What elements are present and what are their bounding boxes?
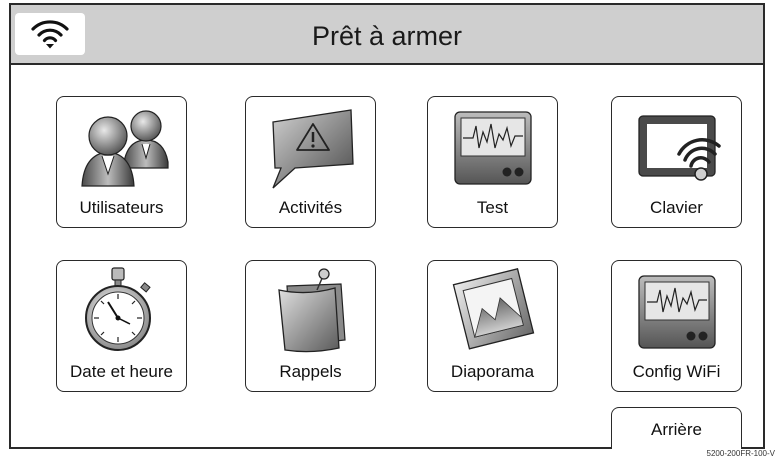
- figure-id: 5200-200FR-100-V: [706, 449, 775, 458]
- photo-icon: [452, 268, 534, 350]
- keypad-wifi-icon: [637, 115, 721, 181]
- tile-label: Clavier: [650, 198, 703, 217]
- wifi-status-button[interactable]: [15, 13, 85, 55]
- tile-label: Diaporama: [450, 362, 535, 381]
- stopwatch-icon: [84, 267, 151, 351]
- tile-utilisateurs[interactable]: Utilisateurs: [56, 96, 187, 228]
- wifi-icon: [31, 20, 69, 49]
- tile-clavier[interactable]: Clavier: [611, 96, 742, 228]
- tile-config-wifi[interactable]: Config WiFi: [611, 260, 742, 392]
- tile-label: Rappels: [279, 362, 342, 381]
- tile-label: Test: [476, 198, 509, 217]
- users-icon: [80, 110, 169, 187]
- test-monitor-icon: [453, 111, 532, 185]
- tile-label: Utilisateurs: [79, 198, 164, 217]
- warning-bubble-icon: [271, 109, 354, 189]
- back-button[interactable]: Arrière: [611, 407, 742, 449]
- tile-test[interactable]: Test: [427, 96, 558, 228]
- tile-diaporama[interactable]: Diaporama: [427, 260, 558, 392]
- tile-rappels[interactable]: Rappels: [245, 260, 376, 392]
- tile-label: Activités: [278, 198, 343, 217]
- touchscreen: Prêt à armer Utilisateurs Activités Test…: [9, 3, 765, 449]
- tile-activites[interactable]: Activités: [245, 96, 376, 228]
- header-bar: Prêt à armer: [11, 5, 763, 65]
- tile-label: Date et heure: [69, 362, 173, 381]
- page-title: Prêt à armer: [311, 21, 463, 51]
- wifi-config-monitor-icon: [637, 275, 716, 349]
- tile-date-et-heure[interactable]: Date et heure: [56, 260, 187, 392]
- pinned-notes-icon: [277, 268, 346, 353]
- tile-label: Config WiFi: [632, 362, 721, 381]
